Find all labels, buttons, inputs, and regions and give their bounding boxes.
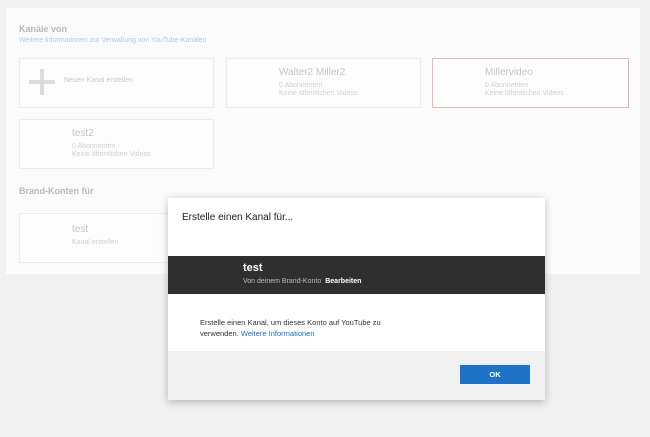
ok-button[interactable]: OK xyxy=(460,365,530,384)
account-source: Von deinem Brand-Konto Bearbeiten xyxy=(243,278,361,285)
channel-name: Walter2 Miller2 xyxy=(279,67,346,78)
brand-section-title: Brand-Konten für xyxy=(19,186,94,196)
account-bar: test Von deinem Brand-Konto Bearbeiten xyxy=(168,256,545,294)
dialog-description: Erstelle einen Kanal, um dieses Konto au… xyxy=(200,317,420,339)
new-channel-card[interactable]: Neuen Kanal erstellen xyxy=(19,58,214,108)
dialog-title: Erstelle einen Kanal für... xyxy=(182,212,294,223)
channel-card-selected[interactable]: Millervideo 0 Abonnenten Keine öffentlic… xyxy=(432,58,629,108)
brand-account-name: test xyxy=(72,224,89,235)
channel-name: Millervideo xyxy=(485,67,533,78)
dialog-footer: OK xyxy=(168,351,545,400)
create-channel-dialog: Erstelle einen Kanal für... test Von dei… xyxy=(168,198,545,400)
channel-videos: Keine öffentlichen Videos xyxy=(485,90,564,97)
channel-videos: Keine öffentlichen Videos xyxy=(72,151,151,158)
brand-account-create-label: Kanal erstellen xyxy=(72,239,119,246)
edit-button[interactable]: Bearbeiten xyxy=(325,278,361,285)
channel-videos: Keine öffentlichen Videos xyxy=(279,90,358,97)
plus-icon xyxy=(29,69,55,95)
channels-section-title: Kanäle von xyxy=(19,24,68,34)
new-channel-label: Neuen Kanal erstellen xyxy=(64,77,133,84)
account-name: test xyxy=(243,262,263,274)
channel-card[interactable]: test2 0 Abonnenten Keine öffentlichen Vi… xyxy=(19,119,214,169)
more-info-link[interactable]: Weitere Informationen xyxy=(241,329,315,338)
channel-card[interactable]: Walter2 Miller2 0 Abonnenten Keine öffen… xyxy=(226,58,421,108)
account-source-label: Von deinem Brand-Konto xyxy=(243,278,322,285)
channel-name: test2 xyxy=(72,128,94,139)
manage-channels-info-link[interactable]: Weitere Informationen zur Verwaltung von… xyxy=(19,37,207,44)
